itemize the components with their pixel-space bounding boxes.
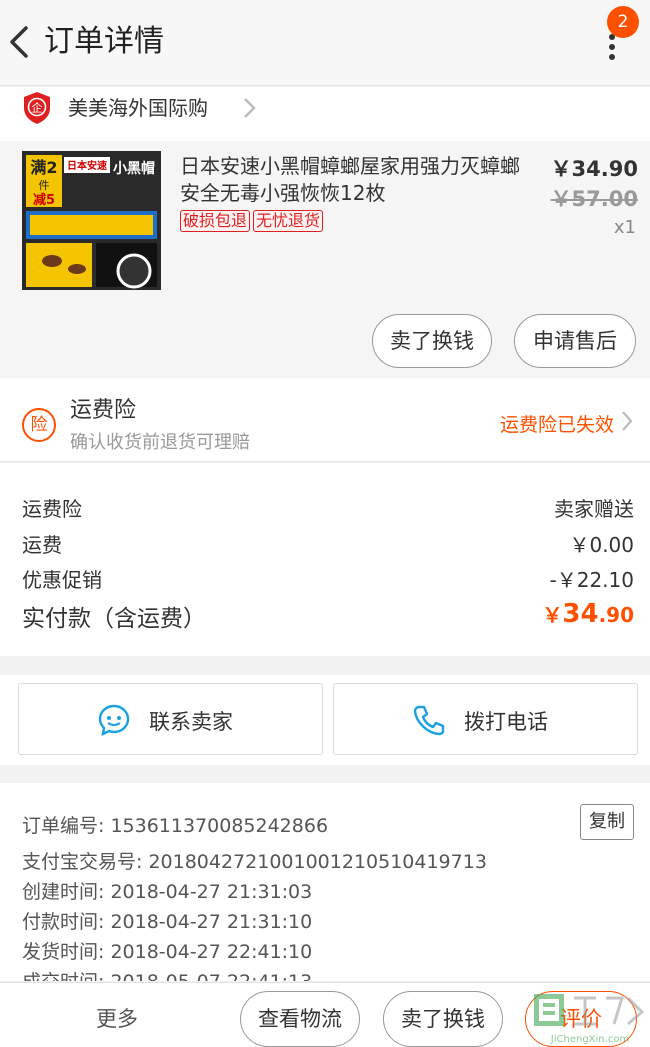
resell-button[interactable]: 卖了换钱 [372,314,492,368]
svg-text:满2: 满2 [30,158,57,177]
after-sales-button[interactable]: 申请售后 [514,314,636,368]
cost-value: 卖家赠送 [554,497,634,521]
chevron-right-icon [620,410,634,432]
cost-value: -￥22.10 [549,568,634,592]
shop-name[interactable]: 美美海外国际购 [68,94,208,122]
insurance-title: 运费险 [70,398,137,423]
call-phone-button[interactable]: 拨打电话 [333,683,638,755]
svg-text:小黑帽: 小黑帽 [113,160,155,177]
contact-seller-label: 联系卖家 [149,710,233,734]
product-image[interactable]: 满2 件 减5 日本安速 小黑帽 [22,151,161,290]
order-number: 订单编号: 1536113700852428​66 [22,815,329,837]
back-button[interactable] [4,20,38,64]
call-phone-label: 拨打电话 [464,710,548,734]
svg-text:日本安速: 日本安速 [67,159,107,172]
original-price: ￥57.00 [550,187,638,211]
nav-header: 订单详情 2 [0,0,650,86]
shipped-time: 发货时间: 2018-04-27 22:41:10 [22,941,313,963]
cost-label: 运费险 [22,497,82,521]
shop-logo-text: 企 [32,101,43,115]
insurance-subtitle: 确认收货前退货可理赔 [70,432,250,453]
alipay-trade-number: 支付宝交易号: 2018042721001001210510419713 [22,851,487,873]
shield-enterprise-icon: 企 [22,91,52,125]
tag-worry-free-return: 无忧退货 [253,210,324,232]
contact-bar: 联系卖家 拨打电话 [0,675,650,765]
copy-button[interactable]: 复制 [580,804,634,840]
watermark-text: JiChengXin.com [550,1034,629,1045]
total-label: 实付款（含运费） [22,606,206,632]
service-tags: 破损包退 无忧退货 [180,210,326,232]
order-info: 订单编号: 1536113700852428​66 复制 支付宝交易号: 201… [0,783,650,981]
more-button[interactable]: 更多 [96,1003,138,1033]
svg-text:减5: 减5 [33,192,55,208]
chevron-right-icon [240,96,258,120]
order-item[interactable]: 满2 件 减5 日本安速 小黑帽 日本安速小黑帽蟑螂屋家用强力灭蟑螂安全无毒小强… [0,141,650,377]
chat-bubble-icon [98,704,130,737]
view-logistics-button[interactable]: 查看物流 [240,991,360,1047]
created-time: 创建时间: 2018-04-27 21:31:03 [22,881,313,903]
cost-summary: 运费险 卖家赠送 运费 ￥0.00 优惠促销 -￥22.10 实付款（含运费） … [0,463,650,656]
resell-footer-button[interactable]: 卖了换钱 [383,991,503,1047]
product-price: ￥34.90 [550,157,638,181]
completed-time: 成交时间: 2018-05-07 22:41:13 [22,967,312,981]
chevron-left-icon [10,26,28,58]
product-title[interactable]: 日本安速小黑帽蟑螂屋家用强力灭蟑螂安全无毒小强恢恢12枚 [180,153,530,207]
product-quantity: x1 [613,217,636,238]
cost-label: 运费 [22,533,62,557]
shop-bar[interactable]: 企 美美海外国际购 [0,87,650,141]
paid-time: 付款时间: 2018-04-27 21:31:10 [22,911,313,933]
cost-label: 优惠促销 [22,568,102,592]
shipping-insurance-row[interactable]: 险 运费险 确认收货前退货可理赔 运费险已失效 [0,378,650,462]
cost-value: ￥0.00 [569,533,634,557]
total-row: 实付款（含运费） ￥34.90 [22,599,634,633]
page-title: 订单详情 [44,24,164,59]
watermark-logo: JiChengXin.com [534,992,646,1047]
tag-damage-refund: 破损包退 [180,210,251,232]
contact-seller-button[interactable]: 联系卖家 [18,683,323,755]
svg-text:件: 件 [39,179,50,192]
insurance-status[interactable]: 运费险已失效 [500,410,614,437]
insurance-icon: 险 [22,408,56,442]
notification-badge: 2 [607,6,639,38]
cost-row: 运费 ￥0.00 [22,529,634,558]
cost-row: 优惠促销 -￥22.10 [22,564,634,593]
total-amount: ￥34.90 [542,599,634,629]
cost-row: 运费险 卖家赠送 [22,493,634,522]
phone-icon [413,705,445,736]
